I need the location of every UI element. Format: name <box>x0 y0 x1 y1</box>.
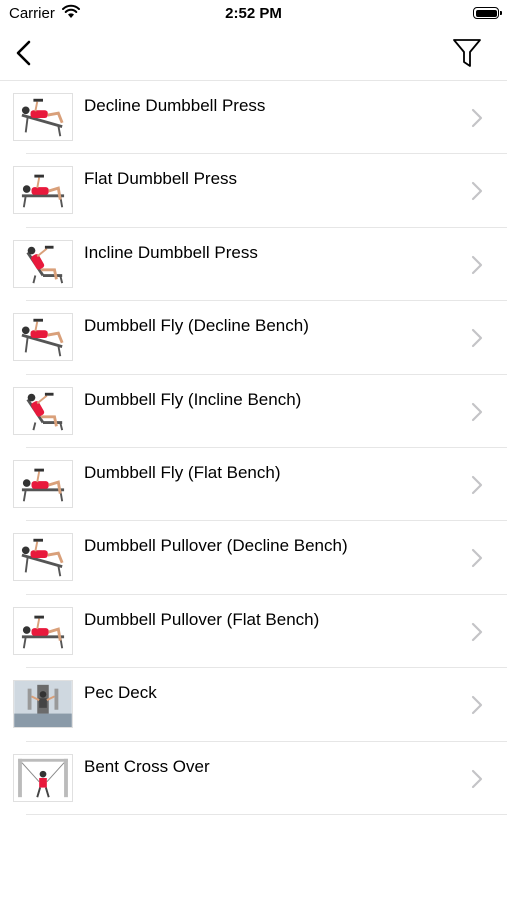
navigation-bar <box>0 28 507 81</box>
exercise-row[interactable]: Dumbbell Pullover (Decline Bench) <box>0 521 507 595</box>
exercise-title: Decline Dumbbell Press <box>84 96 266 115</box>
exercise-thumbnail <box>13 313 73 362</box>
exercise-thumbnail <box>13 533 73 582</box>
exercise-title: Dumbbell Pullover (Decline Bench) <box>84 536 348 556</box>
exercise-thumbnail <box>13 93 73 141</box>
exercise-thumbnail <box>13 239 73 288</box>
exercise-row[interactable]: Incline Dumbbell Press <box>0 228 507 302</box>
chevron-right-icon <box>471 182 483 201</box>
clock: 2:52 PM <box>225 5 282 22</box>
exercise-thumbnail <box>13 680 73 729</box>
exercise-title: Pec Deck <box>84 683 157 703</box>
chevron-right-icon <box>471 108 483 128</box>
exercise-row[interactable]: Dumbbell Fly (Incline Bench) <box>0 375 507 448</box>
exercise-title: Flat Dumbbell Press <box>84 169 238 189</box>
exercise-row[interactable]: Dumbbell Pullover (Flat Bench) <box>0 595 507 669</box>
chevron-right-icon <box>471 696 483 715</box>
exercise-row[interactable]: Flat Dumbbell Press <box>0 154 507 228</box>
exercise-title: Dumbbell Fly (Decline Bench) <box>84 316 309 336</box>
exercise-title: Incline Dumbbell Press <box>84 242 258 262</box>
battery-icon <box>473 7 502 19</box>
filter-button[interactable] <box>451 36 483 70</box>
chevron-left-icon <box>16 40 31 66</box>
exercise-thumbnail <box>13 606 73 655</box>
row-separator <box>26 813 507 815</box>
exercise-thumbnail <box>13 166 73 215</box>
chevron-right-icon <box>471 255 483 274</box>
exercise-thumbnail <box>13 459 73 508</box>
exercise-title: Dumbbell Pullover (Flat Bench) <box>84 609 320 629</box>
chevron-right-icon <box>471 402 483 421</box>
back-button[interactable] <box>10 38 38 68</box>
status-bar: Carrier 2:52 PM <box>0 0 507 28</box>
exercise-list: Decline Dumbbell Press Flat Dumbbell Pres… <box>0 81 507 815</box>
exercise-row[interactable]: Dumbbell Fly (Decline Bench) <box>0 301 507 375</box>
chevron-right-icon <box>471 329 483 348</box>
chevron-right-icon <box>471 622 483 641</box>
chevron-right-icon <box>471 549 483 568</box>
chevron-right-icon <box>471 769 483 788</box>
chevron-right-icon <box>471 475 483 495</box>
exercise-row[interactable]: Bent Cross Over <box>0 742 507 815</box>
filter-funnel-icon <box>453 39 481 67</box>
exercise-title: Bent Cross Over <box>84 756 210 776</box>
exercise-thumbnail <box>13 753 73 802</box>
exercise-row[interactable]: Decline Dumbbell Press <box>0 81 507 155</box>
exercise-thumbnail <box>13 386 73 435</box>
exercise-title: Dumbbell Fly (Incline Bench) <box>84 389 302 409</box>
exercise-title: Dumbbell Fly (Flat Bench) <box>84 462 281 482</box>
exercise-row[interactable]: Dumbbell Fly (Flat Bench) <box>0 448 507 522</box>
exercise-row[interactable]: Pec Deck <box>0 668 507 742</box>
